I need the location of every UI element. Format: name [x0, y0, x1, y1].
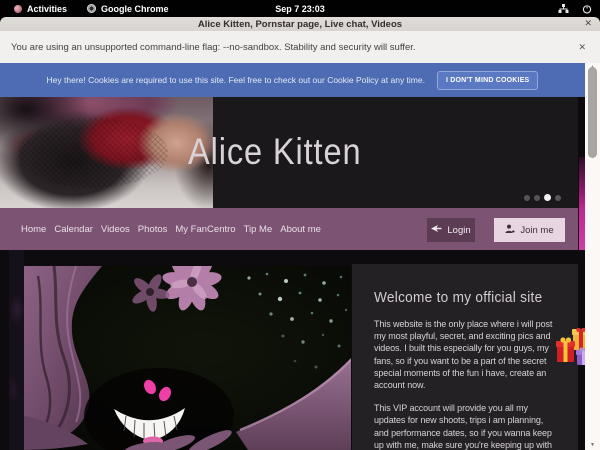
cheshire-cat-artwork[interactable]: [24, 266, 351, 450]
header-model-photo: [0, 96, 213, 208]
carousel-dot[interactable]: [544, 194, 551, 201]
chrome-warning-bar: You are using an unsupported command-lin…: [0, 31, 600, 63]
window-close-icon[interactable]: ✕: [584, 18, 592, 29]
login-label: Login: [447, 225, 470, 236]
clock[interactable]: Sep 7 23:03: [275, 0, 325, 17]
warning-close-icon[interactable]: ✕: [578, 42, 586, 53]
scrollbar-thumb[interactable]: [588, 67, 597, 158]
system-top-bar: Activities Google Chrome Sep 7 23:03: [0, 0, 600, 17]
activities-label: Activities: [27, 4, 67, 14]
carousel-dot[interactable]: [555, 195, 561, 201]
scroll-down-icon[interactable]: ▼: [585, 441, 600, 449]
power-icon[interactable]: [582, 4, 592, 14]
content-background-texture: [9, 250, 24, 450]
join-me-label: Join me: [520, 225, 553, 236]
chrome-icon: [87, 4, 96, 13]
nav-item-tip-me[interactable]: Tip Me: [244, 222, 273, 237]
app-name-label: Google Chrome: [101, 4, 169, 14]
cookie-consent-bar: Hey there! Cookies are required to use t…: [0, 63, 585, 97]
nav-item-calendar[interactable]: Calendar: [54, 222, 93, 237]
carousel-dot[interactable]: [524, 195, 530, 201]
send-arrow-icon: [431, 224, 442, 236]
activities-indicator-icon: [14, 5, 22, 13]
welcome-paragraph-1: This website is the only place where i w…: [374, 318, 560, 391]
welcome-paragraph-2: This VIP account will provide you all my…: [374, 402, 560, 450]
login-button[interactable]: Login: [427, 218, 475, 242]
join-me-button[interactable]: Join me: [494, 218, 565, 242]
header-carousel-dots: [524, 194, 561, 201]
browser-scrollbar[interactable]: ▲ ▼: [585, 63, 600, 450]
focused-app-menu[interactable]: Google Chrome: [87, 4, 169, 14]
warning-message: You are using an unsupported command-lin…: [11, 42, 416, 53]
window-title-bar[interactable]: Alice Kitten, Pornstar page, Live chat, …: [0, 17, 600, 32]
network-icon[interactable]: [558, 3, 569, 14]
main-content: Welcome to my official site This website…: [0, 250, 585, 450]
welcome-heading: Welcome to my official site: [374, 290, 549, 306]
main-navigation: Home Calendar Videos Photos My FanCentro…: [0, 208, 578, 250]
site-header: Alice Kitten: [0, 96, 578, 208]
welcome-panel: Welcome to my official site This website…: [352, 264, 578, 450]
nav-item-my-fancentro[interactable]: My FanCentro: [175, 222, 235, 237]
window-title: Alice Kitten, Pornstar page, Live chat, …: [198, 19, 402, 30]
user-plus-icon: [505, 224, 515, 237]
nav-item-about-me[interactable]: About me: [280, 222, 321, 237]
cookie-message: Hey there! Cookies are required to use t…: [47, 75, 425, 85]
nav-item-photos[interactable]: Photos: [138, 222, 168, 237]
browser-viewport: Alice Kitten Home Calendar Videos Photos…: [0, 63, 600, 450]
nav-item-videos[interactable]: Videos: [101, 222, 130, 237]
activities-button[interactable]: Activities: [14, 4, 67, 14]
cookie-accept-button[interactable]: I DON'T MIND COOKIES: [437, 71, 538, 90]
site-title[interactable]: Alice Kitten: [188, 96, 361, 208]
carousel-dot[interactable]: [534, 195, 540, 201]
nav-item-home[interactable]: Home: [21, 222, 46, 237]
